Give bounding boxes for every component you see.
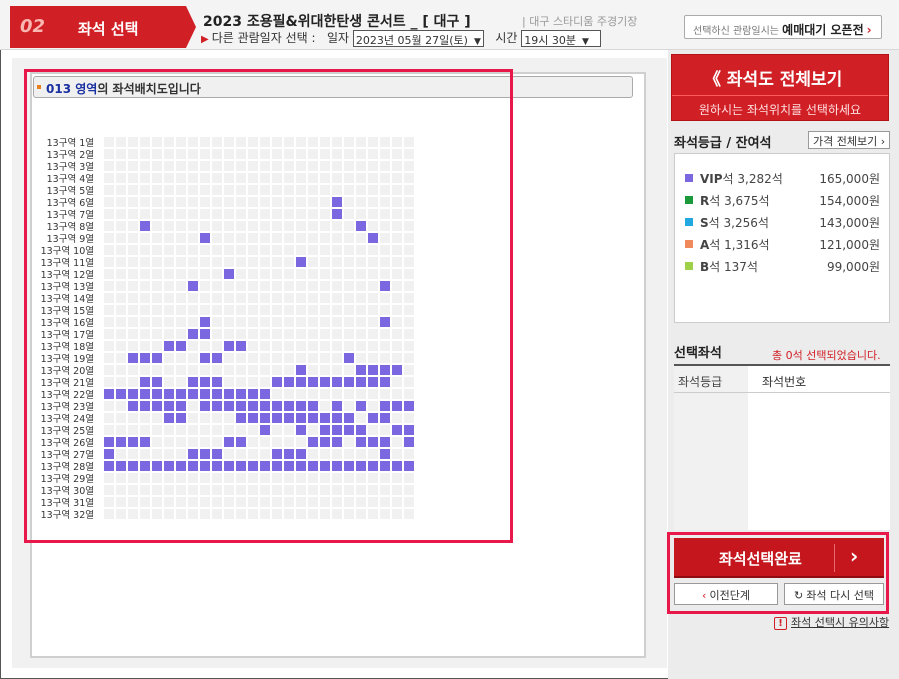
grade-remaining: 석 1,316석 bbox=[709, 238, 770, 252]
highlight-box-seatmap bbox=[24, 69, 513, 543]
grade-price: 154,000원 bbox=[819, 194, 880, 208]
full-view-title: 《 좌석도 전체보기 bbox=[704, 70, 843, 90]
step-arrow-shape bbox=[186, 6, 196, 48]
date-select[interactable]: 2023년 05월 27일(토) ▼ bbox=[352, 30, 484, 47]
time-select-value: 19시 30분 bbox=[524, 34, 576, 47]
chevron-down-icon: ▼ bbox=[581, 37, 589, 47]
queue-status-button[interactable]: 선택하신 관람일시는 예매대기 오픈전 › bbox=[684, 15, 882, 39]
col-header-number: 좌석번호 bbox=[762, 375, 807, 389]
selected-count: 총 0석 선택되었습니다. bbox=[772, 349, 881, 362]
grade-name: A bbox=[700, 238, 710, 252]
highlight-box-buttons bbox=[667, 532, 889, 614]
chevron-right-icon: › bbox=[866, 23, 872, 37]
chevron-down-icon: ▼ bbox=[473, 37, 481, 47]
grade-remaining: 석 3,282석 bbox=[722, 172, 783, 186]
divider bbox=[672, 95, 888, 96]
grade-row-s: S석 3,256석 143,000원 bbox=[685, 214, 885, 230]
grade-color-swatch bbox=[685, 174, 693, 182]
grade-name: R bbox=[700, 194, 710, 208]
time-select[interactable]: 19시 30분 ▼ bbox=[521, 30, 602, 47]
full-view-subtitle: 원하시는 좌석위치를 선택하세요 bbox=[698, 103, 862, 117]
step-number: 02 bbox=[20, 16, 46, 37]
grade-name: VIP bbox=[700, 172, 723, 186]
grade-price: 143,000원 bbox=[819, 216, 880, 230]
notice-link[interactable]: ! 좌석 선택시 유의사항 bbox=[774, 614, 889, 630]
full-seatmap-button[interactable]: 《 좌석도 전체보기 원하시는 좌석위치를 선택하세요 bbox=[671, 54, 889, 121]
date-select-value: 2023년 05월 27일(토) bbox=[355, 34, 468, 47]
grade-row-a: A석 1,316석 121,000원 bbox=[685, 236, 885, 252]
grade-name: B bbox=[700, 260, 710, 274]
selected-seats-table: 좌석등급 좌석번호 bbox=[674, 364, 890, 530]
selected-seats-title: 선택좌석 bbox=[674, 346, 722, 361]
grade-color-swatch bbox=[685, 218, 693, 226]
step-indicator: 02 좌석 선택 bbox=[10, 6, 186, 48]
header-bar: 02 좌석 선택 2023 조용필&위대한탄생 콘서트 _ [ 대구 ] | 대… bbox=[0, 0, 899, 50]
grade-row-vip: VIP석 3,282석 165,000원 bbox=[685, 170, 885, 186]
venue-name: | 대구 스타디움 주경기장 bbox=[522, 15, 638, 28]
grade-row-b: B석 137석 99,000원 bbox=[685, 258, 885, 274]
grade-color-swatch bbox=[685, 240, 693, 248]
grade-price: 121,000원 bbox=[819, 238, 880, 252]
date-label: 일자 bbox=[326, 31, 350, 45]
queue-label: 예매대기 오픈전 bbox=[782, 23, 864, 37]
grade-remaining: 석 3,675석 bbox=[709, 194, 770, 208]
grade-row-r: R석 3,675석 154,000원 bbox=[685, 192, 885, 208]
date-time-selector: ▶ 다른 관람일자 선택 : 일자 2023년 05월 27일(토) ▼ 시간 19… bbox=[201, 29, 602, 47]
notice-label: 좌석 선택시 유의사항 bbox=[791, 616, 890, 629]
step-label: 좌석 선택 bbox=[78, 20, 139, 38]
grade-remaining: 석 137석 bbox=[709, 260, 758, 274]
grade-remaining: 석 3,256석 bbox=[708, 216, 769, 230]
concert-title: 2023 조용필&위대한탄생 콘서트 _ [ 대구 ] bbox=[203, 14, 471, 30]
grade-price: 165,000원 bbox=[819, 172, 880, 186]
grade-color-swatch bbox=[685, 196, 693, 204]
table-header-column bbox=[674, 366, 748, 530]
other-date-label: 다른 관람일자 선택 : bbox=[211, 31, 316, 45]
grade-name: S bbox=[700, 216, 709, 230]
divider bbox=[674, 392, 890, 393]
grade-color-swatch bbox=[685, 262, 693, 270]
price-all-button[interactable]: 가격 전체보기 › bbox=[808, 131, 890, 149]
grade-title: 좌석등급 / 잔여석 bbox=[674, 136, 772, 151]
arrow-right-icon: ▶ bbox=[201, 34, 209, 45]
grade-list: VIP석 3,282석 165,000원 R석 3,675석 154,000원 … bbox=[674, 153, 890, 323]
warning-icon: ! bbox=[774, 617, 787, 630]
grade-price: 99,000원 bbox=[826, 260, 880, 274]
col-header-grade: 좌석등급 bbox=[678, 375, 723, 389]
time-label: 시간 bbox=[495, 31, 518, 45]
queue-prefix: 선택하신 관람일시는 bbox=[693, 26, 779, 37]
